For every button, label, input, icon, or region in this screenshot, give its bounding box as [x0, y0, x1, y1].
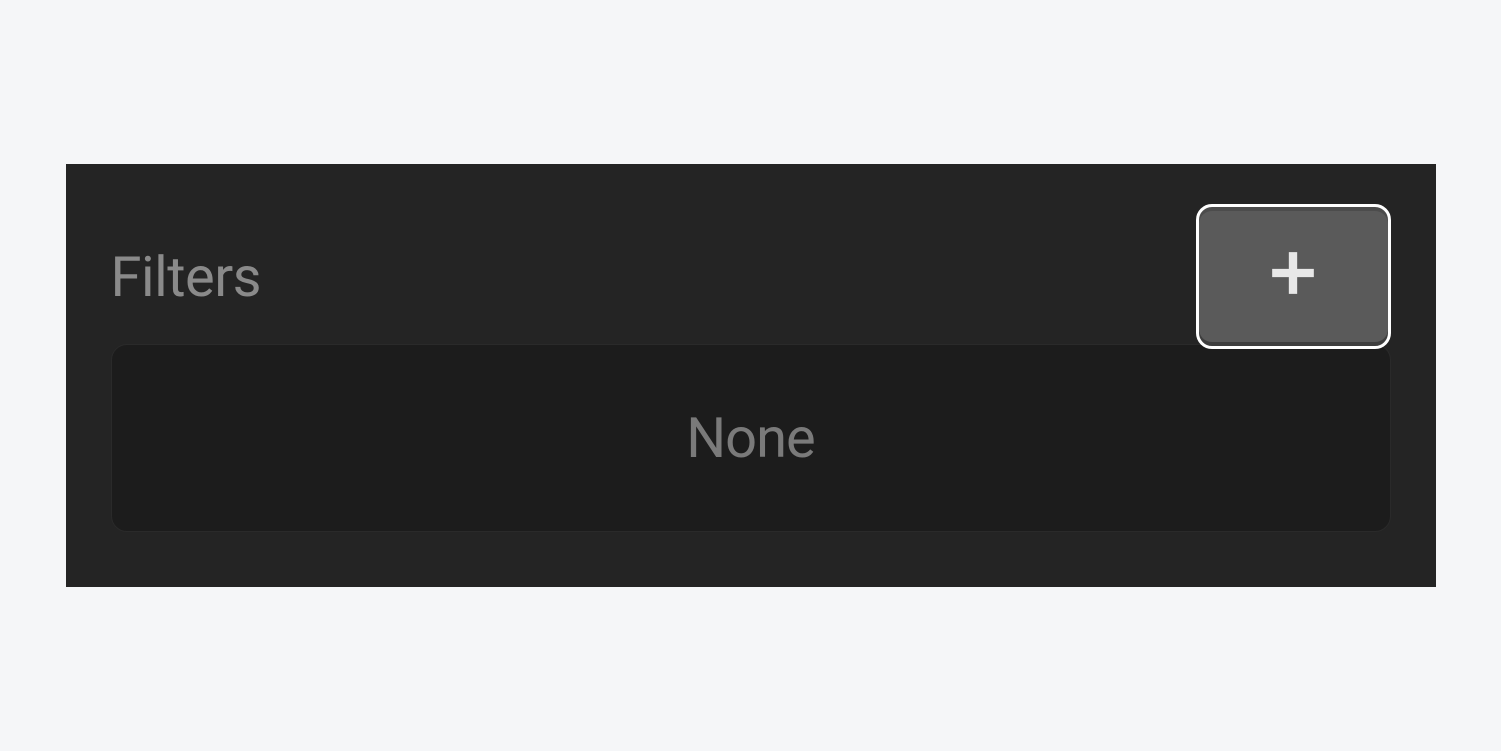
filters-panel: Filters None: [66, 164, 1436, 587]
filters-header: Filters: [111, 204, 1391, 349]
filters-empty-state: None: [686, 405, 815, 471]
plus-icon: [1268, 245, 1318, 309]
add-filter-button[interactable]: [1196, 204, 1391, 349]
filters-content: None: [111, 344, 1391, 532]
filters-title: Filters: [111, 244, 262, 310]
